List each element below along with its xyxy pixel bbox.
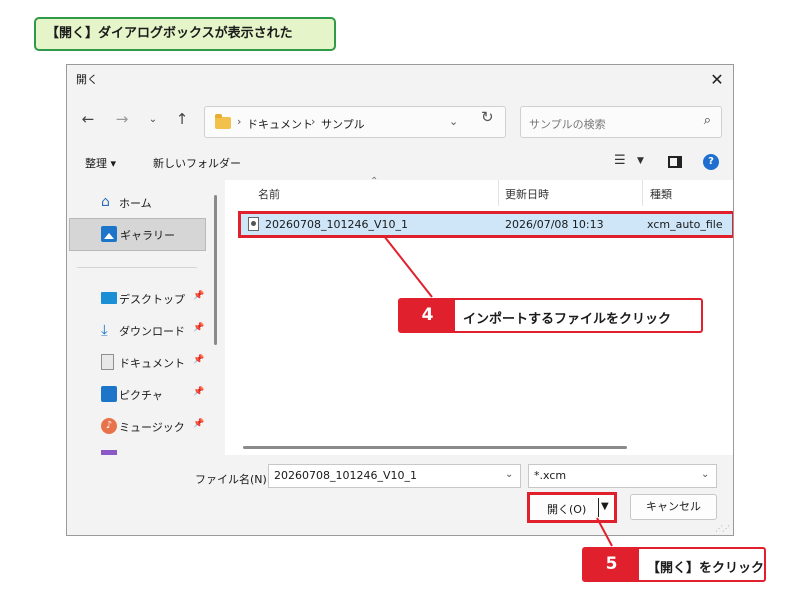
filename-field[interactable]: 20260708_101246_V10_1 ⌄ [268, 464, 521, 488]
navigation-pane: ⌂ ホーム ギャラリー デスクトップ 📌 ⤓ ダウンロード 📌 ドキュメント 📌… [67, 180, 209, 456]
sidebar-item-label: ドキュメント [119, 357, 185, 370]
title-banner: 【開く】ダイアログボックスが表示された [34, 17, 336, 51]
breadcrumb-separator: › [311, 115, 316, 128]
sidebar-item-pictures[interactable]: ピクチャ 📌 [67, 379, 207, 409]
navigation-scrollbar[interactable] [214, 195, 217, 345]
search-icon[interactable]: ⌕ [704, 113, 711, 128]
gallery-icon [101, 226, 117, 242]
breadcrumb-documents[interactable]: ドキュメント [247, 116, 313, 132]
pin-icon: 📌 [193, 387, 205, 397]
close-button[interactable]: ✕ [701, 65, 733, 93]
dialog-footer: ファイル名(N): 20260708_101246_V10_1 ⌄ *.xcm … [67, 455, 733, 535]
callout-step-4: 4 インポートするファイルをクリック [398, 298, 703, 333]
file-name: 20260708_101246_V10_1 [265, 218, 408, 231]
column-divider [642, 180, 643, 206]
callout-number: 5 [584, 549, 639, 580]
breadcrumb-sample[interactable]: サンプル [321, 116, 365, 132]
filename-value: 20260708_101246_V10_1 [274, 469, 417, 482]
sort-ascending-icon: ⌃ [370, 176, 379, 187]
pin-icon: 📌 [193, 355, 205, 365]
filetype-value: *.xcm [534, 469, 567, 482]
chevron-down-icon: ⌄ [148, 113, 158, 125]
arrow-up-icon: ↑ [175, 110, 189, 128]
dialog-title: 開く [76, 73, 98, 86]
cancel-button[interactable]: キャンセル [630, 494, 717, 520]
sidebar-item-label: ダウンロード [119, 325, 185, 338]
forward-button[interactable]: → [111, 108, 133, 130]
column-header-name[interactable]: 名前 [258, 186, 280, 202]
sidebar-item-videos[interactable] [67, 425, 207, 456]
document-icon [101, 354, 114, 370]
file-type: xcm_auto_file [647, 218, 723, 231]
folder-icon [215, 114, 231, 129]
callout-step-5: 5 【開く】をクリック [582, 547, 766, 582]
file-list-scrollbar[interactable] [243, 446, 627, 449]
download-icon: ⤓ [101, 321, 108, 339]
column-header-modified[interactable]: 更新日時 [505, 186, 549, 202]
new-folder-button[interactable]: 新しいフォルダー [153, 155, 241, 171]
back-button[interactable]: ← [77, 108, 99, 130]
column-divider [498, 180, 499, 206]
search-box[interactable]: サンプルの検索 ⌕ [520, 106, 722, 138]
open-button[interactable]: 開く(O) ▼ [527, 492, 617, 523]
callout-number: 4 [400, 300, 455, 331]
address-bar[interactable]: › ドキュメント › サンプル ⌄ [204, 106, 506, 138]
sidebar-item-documents[interactable]: ドキュメント 📌 [67, 347, 207, 377]
open-button-label: 開く(O) [547, 503, 587, 516]
file-modified: 2026/07/08 10:13 [505, 218, 604, 231]
sidebar-item-label: ホーム [119, 197, 152, 210]
view-dropdown-icon[interactable]: ▼ [637, 156, 644, 166]
arrow-left-icon: ← [81, 110, 95, 128]
filename-label: ファイル名(N): [195, 473, 271, 486]
title-banner-text: 【開く】ダイアログボックスが表示された [46, 26, 293, 41]
pin-icon: 📌 [193, 291, 205, 301]
resize-grip-icon[interactable]: ⋰⋰ [715, 524, 730, 533]
preview-pane-icon[interactable] [668, 156, 682, 168]
file-icon [248, 217, 259, 231]
split-divider [598, 498, 599, 517]
chevron-down-icon: ⌄ [701, 469, 710, 480]
command-bar: 整理 ▾ 新しいフォルダー ☰ ▼ ? [67, 149, 733, 177]
refresh-button[interactable]: ↻ [481, 108, 494, 126]
file-row-selected[interactable]: 20260708_101246_V10_1 2026/07/08 10:13 x… [238, 211, 733, 238]
sidebar-item-desktop[interactable]: デスクトップ 📌 [67, 283, 207, 313]
callout-text: 【開く】をクリック [647, 561, 765, 576]
close-icon: ✕ [710, 69, 724, 89]
sidebar-divider [77, 267, 197, 268]
help-icon[interactable]: ? [703, 154, 719, 170]
open-dropdown-icon[interactable]: ▼ [601, 501, 609, 512]
organize-button[interactable]: 整理 ▾ [85, 155, 116, 171]
callout-text: インポートするファイルをクリック [463, 312, 672, 327]
filetype-select[interactable]: *.xcm ⌄ [528, 464, 717, 488]
desktop-icon [101, 292, 117, 304]
pin-icon: 📌 [193, 323, 205, 333]
address-dropdown-icon[interactable]: ⌄ [449, 115, 458, 128]
sidebar-item-label: デスクトップ [119, 293, 185, 306]
recent-locations-button[interactable]: ⌄ [142, 108, 164, 130]
refresh-icon: ↻ [481, 108, 494, 126]
sidebar-item-label: ピクチャ [119, 389, 163, 402]
column-header-type[interactable]: 種類 [650, 186, 672, 202]
chevron-down-icon[interactable]: ⌄ [505, 469, 513, 480]
arrow-right-icon: → [115, 110, 129, 128]
sidebar-item-gallery[interactable]: ギャラリー [69, 218, 206, 251]
pictures-icon [101, 386, 117, 402]
up-button[interactable]: ↑ [171, 108, 193, 130]
dialog-titlebar: 開く ✕ [67, 65, 733, 93]
navigation-bar: ← → ⌄ ↑ › ドキュメント › サンプル ⌄ ↻ サンプルの検索 ⌕ [67, 101, 733, 138]
breadcrumb-separator: › [237, 115, 242, 128]
sidebar-item-home[interactable]: ⌂ ホーム [67, 187, 207, 217]
home-icon: ⌂ [101, 194, 110, 210]
view-options-icon[interactable]: ☰ [614, 153, 626, 168]
sidebar-item-label: ギャラリー [120, 229, 175, 242]
sidebar-item-downloads[interactable]: ⤓ ダウンロード 📌 [67, 315, 207, 345]
search-placeholder: サンプルの検索 [529, 118, 606, 131]
